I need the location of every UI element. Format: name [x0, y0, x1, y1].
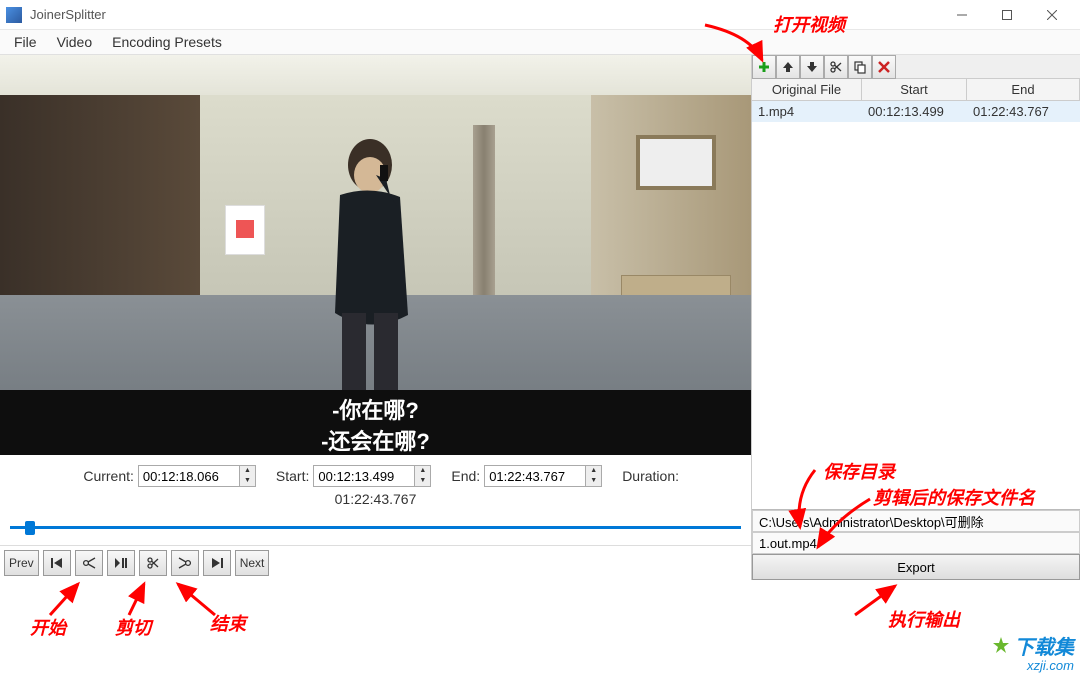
end-value[interactable] — [485, 466, 585, 486]
ann-execute: 执行输出 — [888, 606, 960, 632]
watermark-title: 下载集 — [1014, 637, 1074, 659]
file-table[interactable]: Original File Start End 1.mp4 00:12:13.4… — [752, 79, 1080, 509]
file-toolbar — [752, 55, 1080, 79]
current-down[interactable]: ▼ — [240, 476, 255, 486]
output-filename-field[interactable] — [752, 532, 1080, 554]
next-button[interactable]: Next — [235, 550, 270, 576]
cell-start: 00:12:13.499 — [862, 101, 967, 122]
current-up[interactable]: ▲ — [240, 466, 255, 476]
menu-encoding-presets[interactable]: Encoding Presets — [102, 30, 232, 54]
end-up[interactable]: ▲ — [586, 466, 601, 476]
menu-file[interactable]: File — [4, 30, 47, 54]
table-row[interactable]: 1.mp4 00:12:13.499 01:22:43.767 — [752, 101, 1080, 122]
set-end-button[interactable] — [171, 550, 199, 576]
ann-execute-arrow — [845, 580, 905, 620]
add-file-button[interactable] — [752, 55, 776, 79]
ann-end: 结束 — [210, 610, 246, 636]
copy-button[interactable] — [848, 55, 872, 79]
start-value[interactable] — [314, 466, 414, 486]
export-button[interactable]: Export — [752, 554, 1080, 580]
menu-bar: File Video Encoding Presets — [0, 30, 1080, 55]
menu-video[interactable]: Video — [47, 30, 103, 54]
start-label: Start: — [276, 468, 309, 484]
title-bar: JoinerSplitter — [0, 0, 1080, 30]
output-section: Export — [752, 509, 1080, 580]
minimize-button[interactable] — [939, 0, 984, 30]
close-button[interactable] — [1029, 0, 1074, 30]
table-header: Original File Start End — [752, 79, 1080, 101]
video-preview[interactable]: 1990's -你在哪? -还会在哪? — [0, 55, 751, 455]
start-spinner[interactable]: ▲▼ — [313, 465, 431, 487]
subtitle-line-2: -还会在哪? — [0, 427, 751, 455]
subtitle-line-1: -你在哪? — [0, 396, 751, 427]
ann-start-arrow — [30, 580, 80, 620]
duration-value: 01:22:43.767 — [335, 491, 417, 507]
prev-button[interactable]: Prev — [4, 550, 39, 576]
current-spinner[interactable]: ▲▼ — [138, 465, 256, 487]
ann-cut-arrow — [114, 580, 154, 620]
start-up[interactable]: ▲ — [415, 466, 430, 476]
maximize-button[interactable] — [984, 0, 1029, 30]
playback-controls: Prev Next — [0, 545, 751, 580]
play-pause-button[interactable] — [107, 550, 135, 576]
set-start-button[interactable] — [75, 550, 103, 576]
ann-cut: 剪切 — [115, 614, 151, 640]
current-label: Current: — [83, 468, 134, 484]
move-up-button[interactable] — [776, 55, 800, 79]
hdr-file[interactable]: Original File — [752, 79, 862, 100]
time-info: Current: ▲▼ Start: ▲▼ End: ▲▼ Duration: — [0, 455, 751, 511]
duration-label: Duration: — [622, 468, 679, 484]
skip-back-button[interactable] — [43, 550, 71, 576]
output-folder-field[interactable] — [752, 510, 1080, 532]
end-label: End: — [451, 468, 480, 484]
cell-end: 01:22:43.767 — [967, 101, 1080, 122]
subtitle-overlay: -你在哪? -还会在哪? — [0, 390, 751, 455]
current-value[interactable] — [139, 466, 239, 486]
right-panel: Original File Start End 1.mp4 00:12:13.4… — [752, 55, 1080, 580]
left-panel: 1990's -你在哪? -还会在哪? — [0, 55, 752, 580]
watermark-url: xzji.com — [992, 659, 1074, 673]
start-down[interactable]: ▼ — [415, 476, 430, 486]
move-down-button[interactable] — [800, 55, 824, 79]
cut-tool-button[interactable] — [824, 55, 848, 79]
skip-forward-button[interactable] — [203, 550, 231, 576]
window-title: JoinerSplitter — [30, 7, 939, 22]
app-icon — [6, 7, 22, 23]
ann-start: 开始 — [30, 614, 66, 640]
watermark: 下载集 xzji.com — [992, 636, 1074, 673]
cell-file: 1.mp4 — [752, 101, 862, 122]
delete-button[interactable] — [872, 55, 896, 79]
cut-button[interactable] — [139, 550, 167, 576]
hdr-end[interactable]: End — [967, 79, 1080, 100]
end-down[interactable]: ▼ — [586, 476, 601, 486]
ann-end-arrow — [170, 580, 220, 620]
seek-slider[interactable] — [10, 517, 741, 537]
end-spinner[interactable]: ▲▼ — [484, 465, 602, 487]
hdr-start[interactable]: Start — [862, 79, 967, 100]
